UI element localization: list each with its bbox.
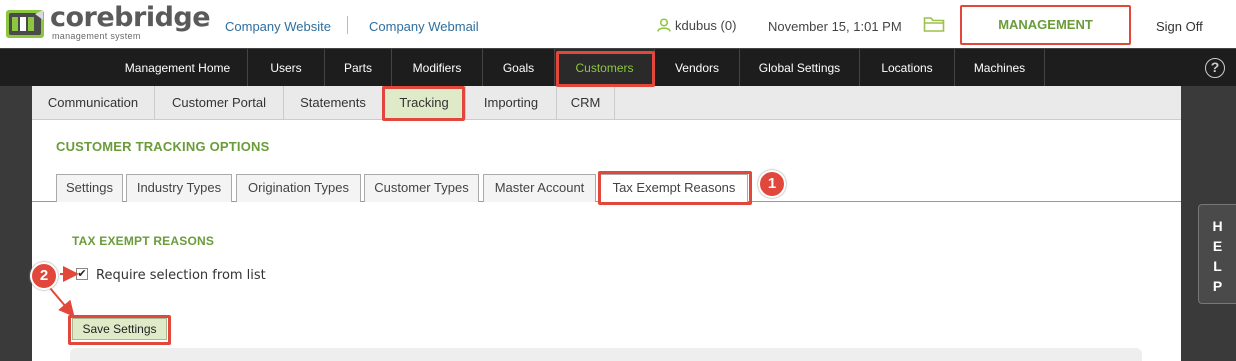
content-panel: Communication Customer Portal Statements…: [32, 86, 1181, 361]
help-side-tab[interactable]: H E L P: [1198, 204, 1236, 304]
list-container: [70, 348, 1142, 361]
subnav-tracking[interactable]: Tracking: [383, 86, 466, 120]
save-settings-button[interactable]: Save Settings: [72, 318, 167, 340]
nav-modifiers[interactable]: Modifiers: [392, 49, 483, 87]
company-website-link[interactable]: Company Website: [225, 19, 331, 34]
user-name: kdubus (0): [675, 18, 737, 33]
user-icon: [657, 18, 671, 32]
require-selection-checkbox[interactable]: ✔: [76, 268, 88, 280]
tab-settings[interactable]: Settings: [56, 174, 123, 202]
nav-vendors[interactable]: Vendors: [655, 49, 740, 87]
main-nav: Management Home Users Parts Modifiers Go…: [0, 48, 1236, 87]
tab-tax-exempt-reasons[interactable]: Tax Exempt Reasons: [600, 174, 748, 203]
sign-off-link[interactable]: Sign Off: [1156, 19, 1203, 34]
subnav-communication[interactable]: Communication: [32, 86, 155, 120]
page-title: CUSTOMER TRACKING OPTIONS: [56, 139, 270, 154]
link-divider: [347, 16, 348, 34]
management-button[interactable]: MANAGEMENT: [960, 5, 1131, 45]
tab-origination-types[interactable]: Origination Types: [236, 174, 361, 202]
company-webmail-link[interactable]: Company Webmail: [369, 19, 479, 34]
tab-master-account[interactable]: Master Account: [483, 174, 596, 202]
subnav-importing[interactable]: Importing: [466, 86, 557, 120]
tracking-tabs: Settings Industry Types Origination Type…: [32, 174, 1181, 203]
nav-global-settings[interactable]: Global Settings: [740, 49, 860, 87]
help-letter: H: [1212, 218, 1223, 234]
subnav-statements[interactable]: Statements: [284, 86, 383, 120]
corebridge-logo[interactable]: corebridge management system: [6, 3, 211, 42]
help-icon[interactable]: ?: [1205, 58, 1225, 78]
sub-nav: Communication Customer Portal Statements…: [32, 86, 1181, 120]
help-letter: P: [1212, 278, 1223, 294]
top-bar: corebridge management system Company Web…: [0, 0, 1236, 48]
help-letter: E: [1212, 238, 1223, 254]
logo-word: corebridge: [50, 2, 211, 33]
step-badge-1: 1: [758, 170, 786, 198]
tab-industry-types[interactable]: Industry Types: [126, 174, 232, 202]
section-heading: TAX EXEMPT REASONS: [72, 234, 215, 248]
nav-locations[interactable]: Locations: [860, 49, 955, 87]
nav-management-home[interactable]: Management Home: [108, 49, 248, 87]
step-badge-2: 2: [30, 262, 58, 290]
logo-tagline: management system: [52, 31, 141, 41]
subnav-customer-portal[interactable]: Customer Portal: [155, 86, 284, 120]
nav-goals[interactable]: Goals: [483, 49, 555, 87]
nav-machines[interactable]: Machines: [955, 49, 1045, 87]
nav-parts[interactable]: Parts: [325, 49, 392, 87]
tab-customer-types[interactable]: Customer Types: [364, 174, 479, 202]
folder-icon[interactable]: [923, 15, 945, 33]
subnav-crm[interactable]: CRM: [557, 86, 615, 120]
nav-users[interactable]: Users: [248, 49, 325, 87]
require-selection-label[interactable]: Require selection from list: [96, 268, 266, 283]
logo-mark-icon: [6, 10, 44, 38]
nav-customers[interactable]: Customers: [555, 49, 655, 87]
help-letter: L: [1213, 258, 1222, 274]
user-info[interactable]: kdubus (0): [657, 18, 736, 33]
current-datetime: November 15, 1:01 PM: [768, 19, 902, 34]
